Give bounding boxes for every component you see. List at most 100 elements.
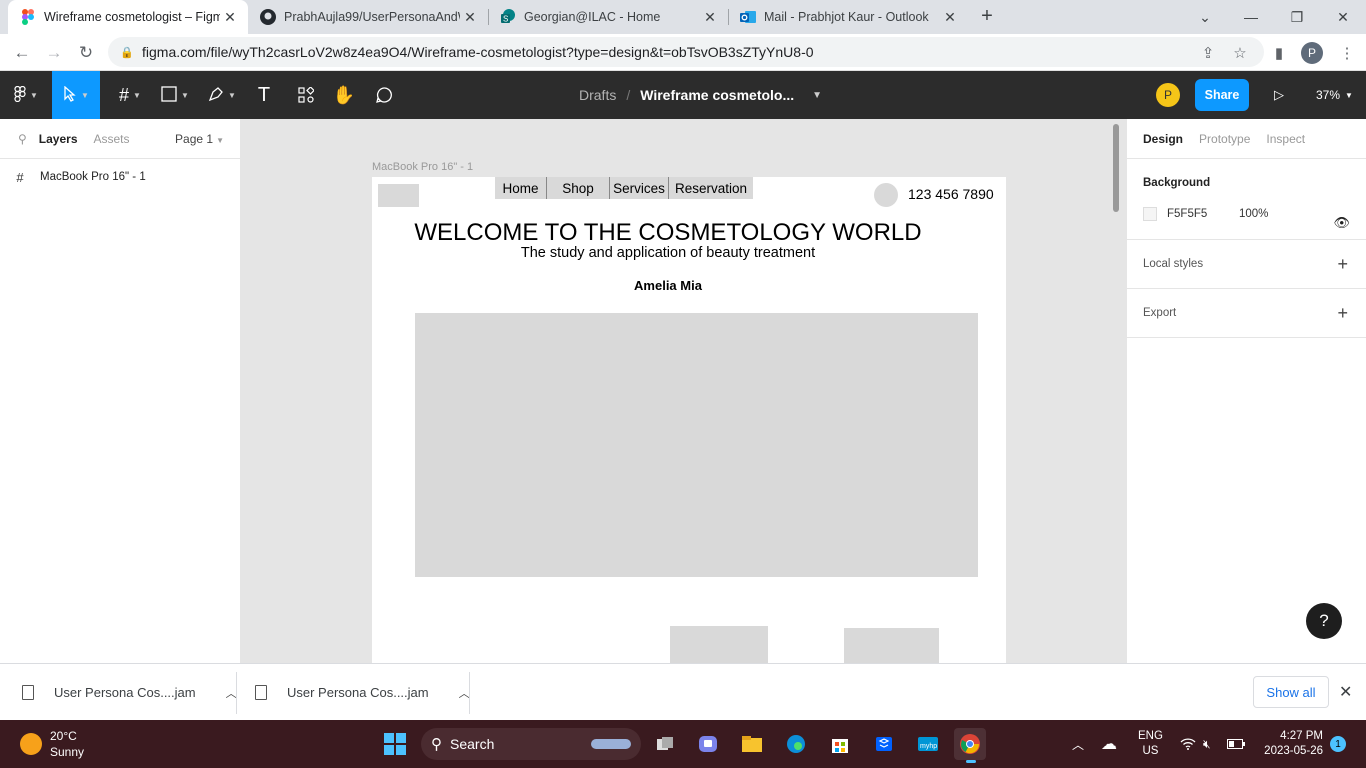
frame-label[interactable]: MacBook Pro 16" - 1 [372,161,473,173]
start-windows-icon[interactable] [379,728,411,760]
language-indicator[interactable]: ENG US [1138,729,1163,759]
card-placeholder[interactable] [844,628,939,663]
tab-outlook[interactable]: Mail - Prabhjot Kaur - Outlook ✕ [728,0,968,34]
restore-icon[interactable]: ❐ [1274,0,1320,34]
resources-tool-icon[interactable] [292,71,320,119]
myhp-icon[interactable]: myhp [912,728,944,760]
bookmark-star-icon[interactable]: ☆ [1229,42,1251,64]
lock-icon[interactable]: 🔒 [120,46,136,59]
sun-icon[interactable] [20,733,42,755]
tab-github[interactable]: PrabhAujla99/UserPersonaAndW ✕ [248,0,488,34]
pen-tool-button[interactable]: ▼ [202,71,242,119]
teams-chat-icon[interactable] [692,728,724,760]
color-swatch[interactable] [1143,207,1157,221]
wireframe-frame[interactable]: Home Shop Services Reservation 123 456 7… [372,177,1006,663]
contact-circle-placeholder[interactable] [874,183,898,207]
tab-search-chevron-icon[interactable]: ⌄ [1182,0,1228,34]
page-selector[interactable]: Page 1 ▼ [175,132,224,146]
wifi-icon[interactable] [1180,720,1196,768]
show-all-button[interactable]: Show all [1253,676,1329,708]
chevron-up-icon[interactable]: ︿ [226,685,237,701]
chevron-up-icon[interactable]: ︿ [459,685,470,701]
weather-widget[interactable]: 20°C Sunny [50,728,84,760]
download-item[interactable]: User Persona Cos....jam ︿ [22,664,237,721]
show-hidden-icons-chevron-icon[interactable]: ︿ [1072,720,1084,768]
tab-assets[interactable]: Assets [94,132,130,146]
hand-tool-icon[interactable]: ✋ [330,71,358,119]
author-name[interactable]: Amelia Mia [372,278,964,293]
clock[interactable]: 4:27 PM 2023-05-26 [1258,729,1323,759]
file-explorer-icon[interactable] [736,728,768,760]
minimize-icon[interactable]: — [1228,0,1274,34]
onedrive-cloud-icon[interactable]: ☁ [1101,720,1117,768]
share-button[interactable]: Share [1195,79,1249,111]
export-title: Export [1143,307,1177,319]
back-arrow-icon[interactable]: ← [9,40,35,66]
add-export-icon[interactable]: + [1337,303,1348,324]
browser-menu-icon[interactable]: ⋮ [1336,42,1358,64]
reload-icon[interactable]: ↻ [73,40,99,66]
volume-muted-icon[interactable]: 🔇︎ [1203,720,1211,768]
url-bar[interactable]: 🔒 figma.com/file/wyTh2casrLoV2w8z4ea9O4/… [108,37,1264,67]
chrome-icon[interactable] [954,728,986,763]
profile-avatar[interactable]: P [1301,42,1323,64]
move-tool-button[interactable]: ▼ [52,71,100,119]
close-icon[interactable]: ✕ [1339,682,1352,702]
close-tab-icon[interactable]: ✕ [220,9,240,26]
wireframe-nav[interactable]: Home Shop Services Reservation [495,177,753,199]
dropbox-icon[interactable] [868,728,900,760]
chevron-down-icon[interactable]: ▼ [812,90,822,101]
main-menu-button[interactable]: ▼ [6,71,46,119]
present-play-icon[interactable]: ▷ [1268,83,1290,107]
nav-shop[interactable]: Shop [547,177,610,199]
nav-services[interactable]: Services [610,177,669,199]
frame-tool-button[interactable]: # ▼ [110,71,150,119]
help-button[interactable]: ? [1306,603,1342,639]
edge-browser-icon[interactable] [780,728,812,760]
battery-icon[interactable] [1227,720,1245,768]
file-name[interactable]: Wireframe cosmetolo... [640,87,794,103]
url-text[interactable]: figma.com/file/wyTh2casrLoV2w8z4ea9O4/Wi… [142,44,814,60]
close-tab-icon[interactable]: ✕ [940,9,960,26]
canvas-scrollbar[interactable] [1113,124,1119,212]
tab-georgian[interactable]: S Georgian@ILAC - Home ✕ [488,0,728,34]
forward-arrow-icon[interactable]: → [41,40,67,66]
notification-badge[interactable]: 1 [1330,736,1346,752]
breadcrumb-drafts[interactable]: Drafts [579,87,616,103]
tab-inspect[interactable]: Inspect [1266,132,1305,146]
card-placeholder[interactable] [670,626,768,663]
close-window-icon[interactable]: ✕ [1320,0,1366,34]
zoom-menu[interactable]: 37% ▼ [1316,83,1353,107]
tab-design[interactable]: Design [1143,132,1183,146]
hero-heading[interactable]: WELCOME TO THE COSMETOLOGY WORLD [372,219,964,247]
nav-home[interactable]: Home [495,177,547,199]
background-hex[interactable]: F5F5F5 [1167,208,1229,220]
hero-image-placeholder[interactable] [415,313,978,577]
taskbar-search[interactable]: ⚲ Search [421,728,641,760]
nav-reservation[interactable]: Reservation [669,177,753,199]
phone-number[interactable]: 123 456 7890 [908,186,994,202]
new-tab-icon[interactable]: + [976,6,998,28]
eye-icon[interactable]: 👁 [1333,215,1350,231]
layer-item[interactable]: # MacBook Pro 16" - 1 [0,167,240,187]
tab-prototype[interactable]: Prototype [1199,132,1250,146]
tab-figma[interactable]: Wireframe cosmetologist – Figma ✕ [8,0,248,34]
text-tool-icon[interactable]: T [250,71,278,119]
design-canvas[interactable]: MacBook Pro 16" - 1 Home Shop Services R… [241,119,1126,663]
microsoft-store-icon[interactable] [824,728,856,760]
close-tab-icon[interactable]: ✕ [700,9,720,26]
hero-subheading[interactable]: The study and application of beauty trea… [372,245,964,261]
download-item[interactable]: User Persona Cos....jam ︿ [255,664,470,721]
logo-placeholder[interactable] [378,184,419,207]
share-page-icon[interactable]: ⇪ [1197,42,1219,64]
side-panel-icon[interactable]: ▮ [1268,42,1290,64]
comment-tool-icon[interactable] [370,71,398,119]
background-opacity[interactable]: 100% [1239,208,1268,220]
add-style-icon[interactable]: + [1337,254,1348,275]
close-tab-icon[interactable]: ✕ [460,9,480,26]
tab-layers[interactable]: Layers [39,132,78,146]
user-avatar[interactable]: P [1156,83,1180,107]
search-icon[interactable]: ⚲ [18,132,27,146]
task-view-icon[interactable] [649,728,681,760]
shape-tool-button[interactable]: ▼ [155,71,195,119]
